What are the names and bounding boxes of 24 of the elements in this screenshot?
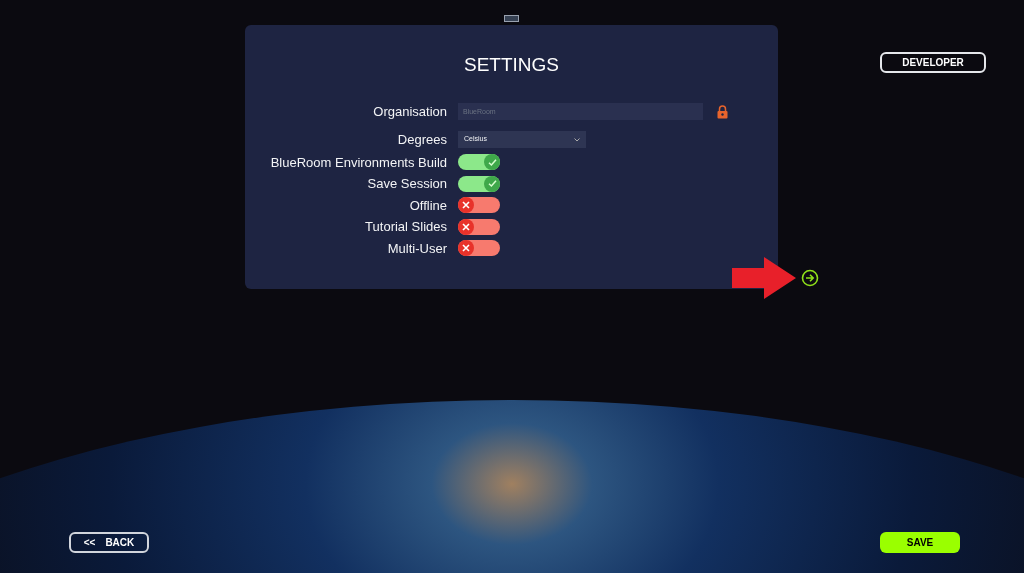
check-icon (487, 157, 497, 167)
toggle-switch[interactable] (458, 154, 500, 171)
setting-label: Organisation (372, 102, 448, 121)
toggle-switch[interactable] (458, 218, 500, 235)
setting-label: BlueRoom Environments Build (269, 153, 448, 172)
close-icon (462, 244, 470, 253)
toggle-switch[interactable] (458, 175, 500, 192)
handle-icon[interactable] (504, 15, 519, 22)
panel-title: SETTINGS (464, 53, 559, 77)
close-icon (462, 222, 470, 231)
save-button[interactable]: SAVE (880, 532, 960, 553)
toggle-switch[interactable] (458, 240, 500, 257)
toggle-switch[interactable] (458, 197, 500, 214)
check-icon (487, 179, 497, 189)
setting-label: Degrees (396, 130, 448, 149)
setting-label: Multi-User (386, 239, 448, 258)
pointer-arrow-icon (732, 257, 796, 299)
setting-label: Save Session (366, 175, 448, 193)
chevron-down-icon (574, 137, 580, 142)
close-icon (462, 201, 470, 210)
setting-label: Tutorial Slides (364, 218, 448, 236)
back-button[interactable]: << BACK (69, 532, 149, 553)
developer-button[interactable]: DEVELOPER (880, 52, 986, 73)
setting-label: Offline (408, 196, 448, 215)
